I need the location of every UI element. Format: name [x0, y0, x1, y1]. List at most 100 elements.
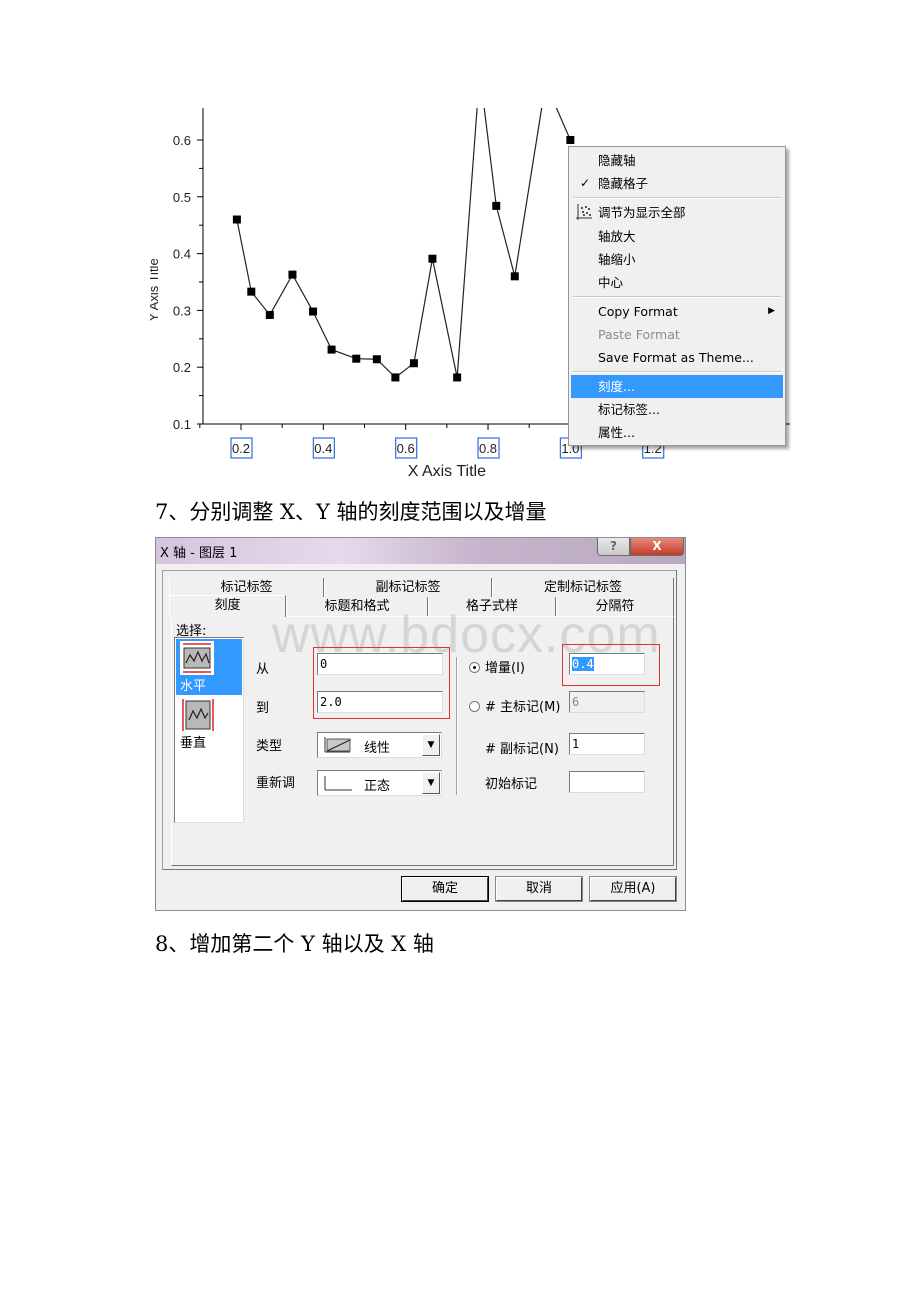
data-point-marker [428, 254, 437, 263]
rescale-dropdown[interactable]: 正态 ▼ [317, 770, 442, 796]
help-button[interactable]: ? [597, 538, 630, 556]
menu-separator [573, 371, 781, 373]
menu-item-center[interactable]: 中心 [571, 271, 783, 294]
list-item-label: 垂直 [180, 736, 207, 751]
y-tick-label: 0.4 [173, 247, 191, 262]
type-value: 线性 [364, 741, 391, 756]
horizontal-axis-icon [180, 641, 214, 675]
chevron-down-icon[interactable]: ▼ [422, 734, 440, 756]
data-point-marker [566, 136, 575, 144]
menu-item-zoom-in[interactable]: 轴放大 [571, 225, 783, 248]
first-tick-input[interactable] [569, 771, 645, 793]
menu-item-label: 轴缩小 [598, 252, 636, 267]
check-icon: ✓ [580, 176, 591, 190]
list-item-horizontal[interactable]: 水平 [176, 639, 242, 695]
menu-item-label: 轴放大 [598, 229, 636, 244]
x-tick-label: 0.6 [397, 441, 415, 456]
dialog-title: X 轴 - 图层 1 [160, 546, 238, 561]
tab-minor-tick-labels[interactable]: 副标记标签 [324, 578, 492, 597]
data-point-marker [510, 272, 519, 281]
axis-context-menu: 隐藏轴 ✓ 隐藏格子 调节为显示全部 轴放大 轴缩小 中心 Copy Forma… [568, 146, 786, 446]
dialog-body: 标记标签 副标记标签 定制标记标签 刻度 标题和格式 格子式样 分隔符 www.… [162, 570, 677, 870]
data-point-marker [352, 354, 361, 363]
menu-item-label: 属性... [598, 425, 635, 440]
to-input[interactable]: 2.0 [317, 691, 443, 713]
increment-input[interactable]: 0.4 [569, 653, 645, 675]
y-tick-label: 0.3 [173, 303, 191, 318]
x-tick-label: 0.4 [314, 441, 332, 456]
vertical-divider [456, 657, 458, 795]
data-point-marker [492, 201, 501, 210]
menu-item-label: 标记标签... [598, 402, 660, 417]
data-point-marker [372, 355, 381, 364]
rescale-icon [576, 204, 592, 220]
major-ticks-radio[interactable] [469, 701, 480, 712]
menu-item-scale[interactable]: 刻度... [571, 375, 783, 398]
tab-scale[interactable]: 刻度 [169, 595, 286, 617]
data-point-marker [409, 359, 418, 368]
tab-custom-tick-labels[interactable]: 定制标记标签 [492, 578, 674, 597]
normal-rescale-icon [324, 776, 352, 791]
menu-separator [573, 296, 781, 298]
first-tick-label: 初始标记 [485, 777, 538, 792]
x-axis-title: X Axis Title [408, 463, 486, 480]
y-tick-label: 0.1 [173, 417, 191, 432]
minor-ticks-label: # 副标记(N) [485, 742, 559, 757]
menu-item-label: 调节为显示全部 [598, 205, 686, 220]
y-axis-title: Y Axis Title [150, 258, 161, 321]
x-tick-label: 0.2 [232, 441, 250, 456]
data-point-marker [391, 373, 400, 382]
menu-item-zoom-out[interactable]: 轴缩小 [571, 248, 783, 271]
type-dropdown[interactable]: 线性 ▼ [317, 732, 442, 758]
menu-item-label: Paste Format [598, 327, 680, 342]
y-tick-label: 0.6 [173, 133, 191, 148]
data-point-marker [309, 307, 318, 316]
menu-item-label: 隐藏格子 [598, 176, 649, 191]
list-item-label: 水平 [180, 679, 207, 694]
increment-label: 增量(I) [485, 661, 525, 676]
data-point-marker [327, 345, 336, 354]
menu-item-rescale-all[interactable]: 调节为显示全部 [571, 201, 783, 224]
scale-tab-page: www.bdocx.com 选择: 水平 垂直 从 到 0 2.0 类型 线性 … [171, 606, 674, 866]
apply-button[interactable]: 应用(A) [589, 876, 677, 902]
increment-value: 0.4 [572, 657, 594, 671]
menu-item-hide-axis[interactable]: 隐藏轴 [571, 149, 783, 172]
menu-item-copy-format[interactable]: Copy Format ▶ [571, 300, 783, 323]
y-tick-label: 0.2 [173, 360, 191, 375]
menu-item-save-format-theme[interactable]: Save Format as Theme... [571, 346, 783, 369]
vertical-axis-icon [182, 699, 214, 731]
x-tick-label: 0.8 [479, 441, 497, 456]
menu-item-label: Copy Format [598, 304, 678, 319]
major-ticks-input: 6 [569, 691, 645, 713]
cancel-button[interactable]: 取消 [495, 876, 583, 902]
major-ticks-label: # 主标记(M) [485, 700, 561, 715]
linear-scale-icon [324, 737, 351, 753]
rescale-value: 正态 [364, 779, 391, 794]
rescale-label: 重新调 [256, 776, 296, 791]
submenu-arrow-icon: ▶ [768, 306, 775, 316]
from-label: 从 [256, 662, 270, 677]
step-8-heading: 8、增加第二个 Y 轴以及 X 轴 [155, 932, 434, 956]
menu-item-label: 中心 [598, 275, 624, 290]
menu-item-properties[interactable]: 属性... [571, 421, 783, 444]
menu-item-label: Save Format as Theme... [598, 350, 754, 365]
chevron-down-icon[interactable]: ▼ [422, 772, 440, 794]
close-button[interactable]: X [630, 538, 684, 556]
ok-button[interactable]: 确定 [401, 876, 489, 902]
menu-separator [573, 197, 781, 199]
to-label: 到 [256, 701, 270, 716]
from-input[interactable]: 0 [317, 653, 443, 675]
menu-item-paste-format: Paste Format [571, 323, 783, 346]
minor-ticks-input[interactable]: 1 [569, 733, 645, 755]
data-point-marker [265, 310, 274, 319]
menu-item-label: 刻度... [598, 379, 635, 394]
menu-item-hide-grid[interactable]: ✓ 隐藏格子 [571, 172, 783, 195]
type-label: 类型 [256, 739, 283, 754]
data-point-marker [453, 373, 462, 382]
menu-item-tick-labels[interactable]: 标记标签... [571, 398, 783, 421]
data-point-marker [232, 215, 241, 224]
axis-select-list[interactable]: 水平 垂直 [174, 637, 244, 823]
increment-radio[interactable] [469, 662, 480, 673]
dialog-titlebar[interactable]: X 轴 - 图层 1 ? X [156, 538, 685, 564]
list-item-vertical[interactable]: 垂直 [176, 696, 242, 752]
